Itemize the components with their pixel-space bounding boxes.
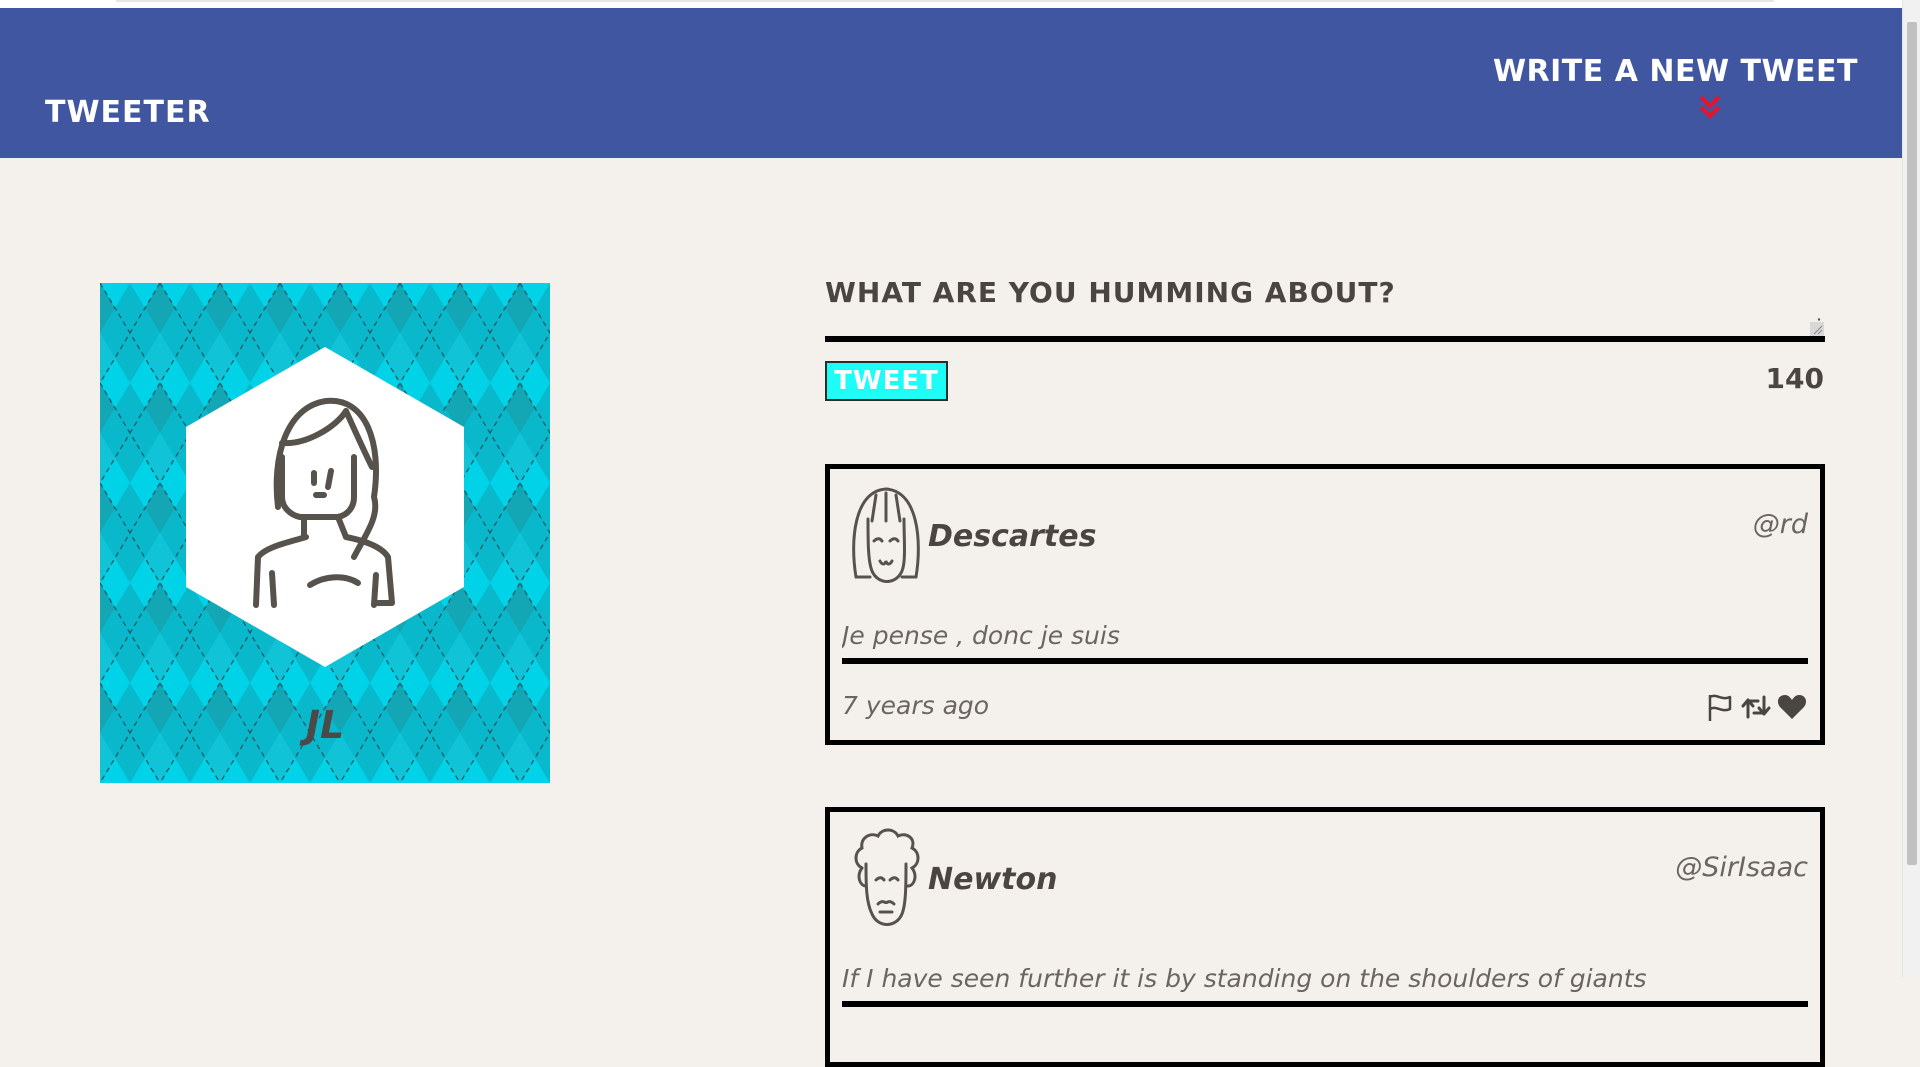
resize-grip-icon[interactable] <box>1810 318 1824 336</box>
profile-card: JL <box>100 283 550 783</box>
tweet-card: Descartes @rd Je pense , donc je suis 7 … <box>825 464 1825 745</box>
tweet-actions <box>1704 691 1808 723</box>
girl-avatar-icon <box>186 347 464 667</box>
tweet-textarea[interactable] <box>825 308 1825 342</box>
scrollbar-thumb[interactable] <box>1907 22 1917 865</box>
tweet-button[interactable]: Tweet <box>825 361 948 401</box>
tweet-author[interactable]: Newton <box>928 862 1057 897</box>
double-chevron-down-icon[interactable] <box>1698 94 1722 120</box>
tweet-time: 7 years ago <box>842 691 990 720</box>
tweet-handle[interactable]: @rd <box>1753 509 1808 540</box>
retweet-icon[interactable] <box>1740 691 1772 723</box>
top-navbar: Tweeter Write a new tweet <box>0 8 1902 158</box>
composer-label: What are you humming about? <box>825 276 1396 309</box>
heart-icon[interactable] <box>1776 691 1808 723</box>
char-counter: 140 <box>1765 362 1824 395</box>
page-scrollbar[interactable] <box>1902 0 1920 977</box>
browser-top-strip <box>0 0 1920 8</box>
brand-logo[interactable]: Tweeter <box>45 95 211 130</box>
tweet-handle[interactable]: @SirIsaac <box>1675 852 1808 883</box>
tweet-content: Je pense , donc je suis <box>842 621 1808 664</box>
flag-icon[interactable] <box>1704 691 1736 723</box>
curly-hair-face-icon <box>854 828 920 926</box>
write-new-tweet-link[interactable]: Write a new tweet <box>1493 54 1858 89</box>
tweet-card: Newton @SirIsaac If I have seen further … <box>825 807 1825 1067</box>
tweet-content: If I have seen further it is by standing… <box>842 964 1808 1007</box>
bob-hair-face-icon <box>852 487 920 583</box>
tweet-author[interactable]: Descartes <box>928 519 1096 554</box>
profile-name: JL <box>305 703 345 747</box>
